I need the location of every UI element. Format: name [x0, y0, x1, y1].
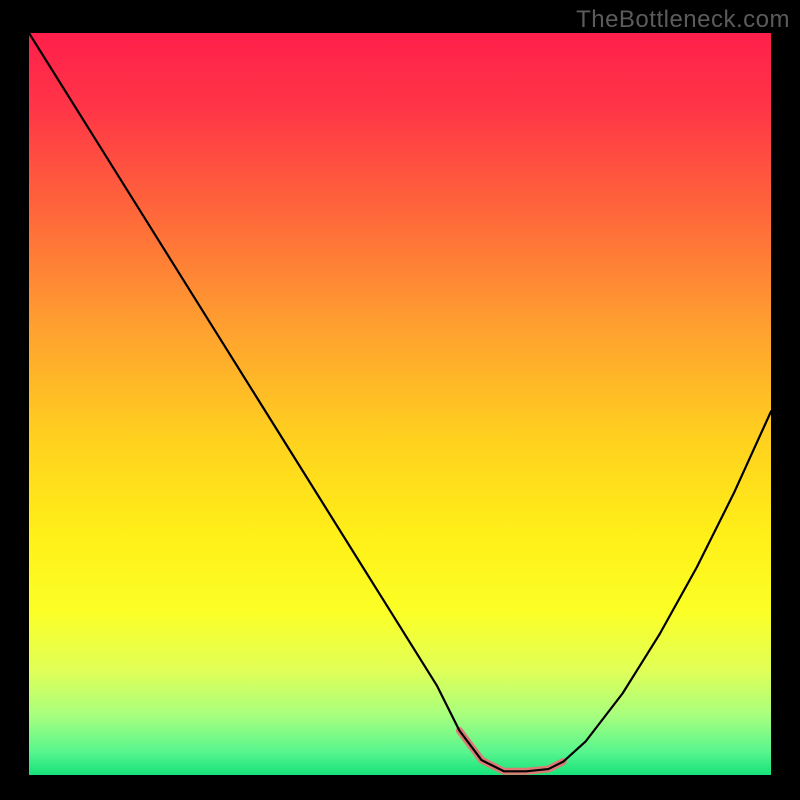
chart-frame: TheBottleneck.com — [0, 0, 800, 800]
chart-background-gradient — [29, 33, 771, 775]
chart-svg — [29, 33, 771, 775]
watermark-text: TheBottleneck.com — [576, 6, 790, 34]
plot-area — [29, 33, 771, 775]
